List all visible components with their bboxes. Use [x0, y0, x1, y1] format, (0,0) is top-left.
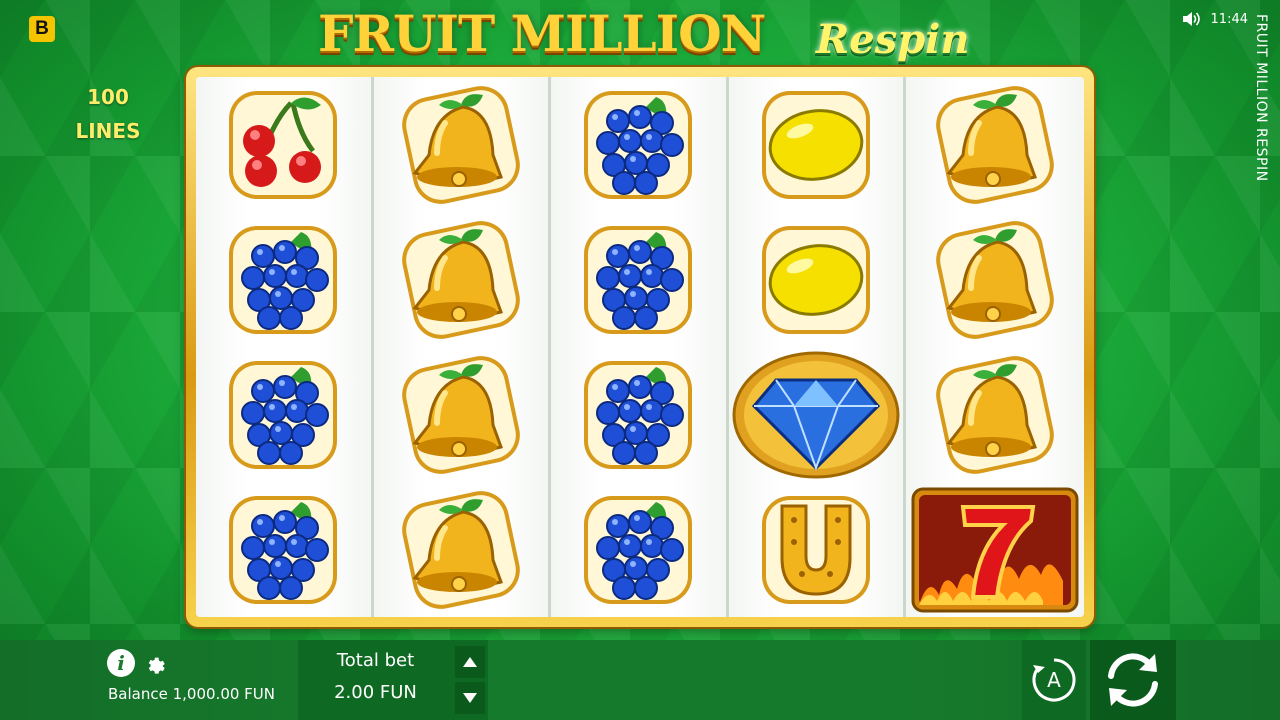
- bet-increase-button[interactable]: [455, 646, 485, 678]
- game-title: FRUIT MILLION Respin: [318, 2, 978, 66]
- bet-panel: Total bet 2.00 FUN: [298, 640, 488, 720]
- symbol-bell-icon: [906, 347, 1084, 482]
- arrow-down-icon: [463, 693, 477, 703]
- autoplay-button[interactable]: A: [1022, 640, 1086, 720]
- symbol-lemon-icon: [729, 77, 904, 212]
- symbol-grapes-icon: [196, 482, 371, 617]
- reel-3: [551, 77, 729, 617]
- symbol-bell-icon: [906, 212, 1084, 347]
- symbol-diamond-icon: [729, 347, 904, 482]
- spin-button[interactable]: [1090, 640, 1176, 720]
- reel-4: [728, 77, 907, 617]
- game-title-sub: Respin: [816, 16, 970, 63]
- symbol-grapes-icon: [551, 77, 726, 212]
- symbol-horseshoe-icon: [729, 482, 904, 617]
- brand-logo: B: [29, 16, 55, 42]
- reel-5: [906, 77, 1084, 617]
- balance-value: 1,000.00 FUN: [172, 685, 276, 703]
- balance-display: Balance 1,000.00 FUN: [108, 685, 275, 703]
- speaker-icon[interactable]: [1181, 10, 1201, 28]
- total-bet-value: 2.00 FUN: [334, 682, 417, 703]
- bet-decrease-button[interactable]: [455, 682, 485, 714]
- clock: 11:44: [1210, 11, 1248, 27]
- reels-grid[interactable]: [196, 77, 1084, 617]
- info-icon[interactable]: i: [107, 649, 135, 677]
- spin-icon: [1108, 653, 1158, 707]
- symbol-lemon-icon: [729, 212, 904, 347]
- reel-1: [196, 77, 374, 617]
- bottom-bar: [0, 640, 1280, 720]
- symbol-seven-icon: [906, 482, 1084, 617]
- autoplay-icon: A: [1032, 658, 1076, 702]
- symbol-bell-icon: [374, 212, 549, 347]
- reel-frame: [186, 67, 1094, 627]
- symbol-bell-icon: [374, 482, 549, 617]
- side-title-text: FRUIT MILLION RESPIN: [1253, 14, 1269, 182]
- lines-info: 100 LINES: [60, 80, 156, 148]
- autoplay-label: A: [1047, 668, 1061, 692]
- lines-count: 100: [87, 85, 129, 109]
- lines-label: LINES: [75, 119, 141, 143]
- gear-icon[interactable]: [144, 653, 166, 675]
- symbol-bell-icon: [374, 347, 549, 482]
- side-title: FRUIT MILLION RESPIN: [1253, 14, 1269, 224]
- game-title-main: FRUIT MILLION: [318, 4, 766, 63]
- symbol-cherry-icon: [196, 77, 371, 212]
- reel-2: [373, 77, 552, 617]
- symbol-bell-icon: [374, 77, 549, 212]
- symbol-grapes-icon: [551, 482, 726, 617]
- balance-label: Balance: [108, 685, 168, 703]
- symbol-grapes-icon: [551, 347, 726, 482]
- symbol-grapes-icon: [196, 212, 371, 347]
- total-bet-label: Total bet: [336, 650, 415, 671]
- arrow-up-icon: [463, 657, 477, 667]
- symbol-grapes-icon: [551, 212, 726, 347]
- symbol-grapes-icon: [196, 347, 371, 482]
- status-bar: 11:44: [1181, 10, 1248, 28]
- symbol-bell-icon: [906, 77, 1084, 212]
